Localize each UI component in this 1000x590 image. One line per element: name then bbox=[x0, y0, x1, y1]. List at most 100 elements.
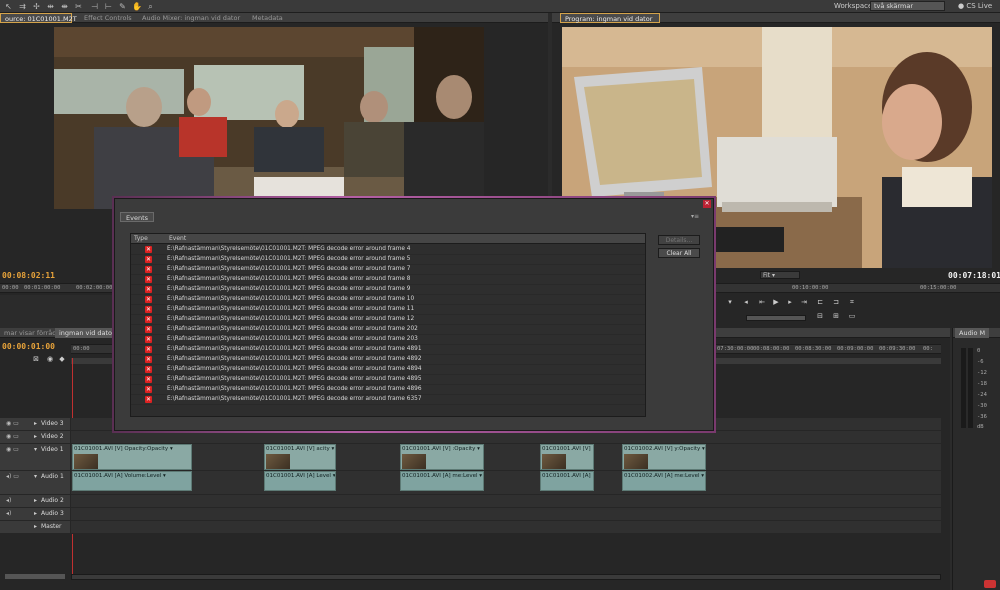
jog-shuttle[interactable] bbox=[746, 315, 806, 321]
lift-icon[interactable]: ⊏ bbox=[816, 299, 824, 306]
video-clip[interactable]: 01C01001.AVI [V] Opacity:Opacity ▾ bbox=[72, 444, 192, 470]
audio-clip[interactable]: 01C01001.AVI [A] Volume:Level ▾ bbox=[72, 471, 192, 491]
slip-tool-icon[interactable]: ⊣ bbox=[90, 2, 99, 11]
event-row[interactable]: ✕ E:\Rafnastämman\Styrelsemöte\01C01001.M… bbox=[131, 325, 645, 335]
tab-events[interactable]: Events bbox=[120, 212, 155, 222]
hand-tool-icon[interactable]: ✋ bbox=[132, 2, 142, 11]
expand-icon[interactable]: ▸ bbox=[34, 523, 37, 530]
close-icon[interactable]: ✕ bbox=[703, 200, 711, 208]
loop-icon[interactable]: ⇥ bbox=[800, 299, 808, 306]
event-row[interactable]: ✕ E:\Rafnastämman\Styrelsemöte\01C01001.M… bbox=[131, 335, 645, 345]
event-row[interactable]: ✕ E:\Rafnastämman\Styrelsemöte\01C01001.M… bbox=[131, 295, 645, 305]
slide-tool-icon[interactable]: ⊢ bbox=[104, 2, 113, 11]
safe-margins-icon[interactable]: ⊞ bbox=[832, 313, 840, 320]
speaker-icon[interactable]: ◂) ▭ bbox=[6, 473, 19, 480]
track-lane-master[interactable] bbox=[71, 521, 941, 534]
event-row[interactable]: ✕ E:\Rafnastämman\Styrelsemöte\01C01001.M… bbox=[131, 245, 645, 255]
track-name: Video 1 bbox=[41, 446, 64, 453]
track-header-audio-1: ◂) ▭ ▾ Audio 1 bbox=[0, 471, 70, 495]
extract-icon[interactable]: ⊐ bbox=[832, 299, 840, 306]
audio-clip[interactable]: 01C01002.AVI [A] me:Level ▾ bbox=[622, 471, 706, 491]
error-indicator-icon[interactable] bbox=[984, 580, 996, 588]
track-lane-video-1[interactable]: 01C01001.AVI [V] Opacity:Opacity ▾ 01C01… bbox=[71, 444, 941, 471]
track-lane-audio-2[interactable] bbox=[71, 495, 941, 508]
marker-icon[interactable]: ◉ bbox=[46, 356, 54, 363]
export-frame-icon[interactable]: ⌗ bbox=[848, 299, 856, 306]
zoom-tool-icon[interactable]: ⌕ bbox=[146, 2, 155, 11]
expand-icon[interactable]: ▸ bbox=[34, 510, 37, 517]
collapse-icon[interactable]: ▾ bbox=[34, 473, 37, 480]
go-to-in-icon[interactable]: ⇤ bbox=[758, 299, 766, 306]
event-row[interactable]: ✕ E:\Rafnastämman\Styrelsemöte\01C01001.M… bbox=[131, 395, 645, 405]
expand-icon[interactable]: ▸ bbox=[34, 420, 37, 427]
timeline-timecode[interactable]: 00:00:01:00 bbox=[2, 342, 55, 351]
select-tool-icon[interactable]: ↖ bbox=[4, 2, 13, 11]
event-row[interactable]: ✕ E:\Rafnastämman\Styrelsemöte\01C01001.M… bbox=[131, 365, 645, 375]
rolling-edit-tool-icon[interactable]: ⇹ bbox=[46, 2, 55, 11]
mark-in-icon[interactable]: ▾ bbox=[726, 299, 734, 306]
tab-audio-meters[interactable]: Audio M bbox=[955, 328, 990, 338]
ripple-edit-tool-icon[interactable]: ✢ bbox=[32, 2, 41, 11]
track-name: Audio 3 bbox=[41, 510, 64, 517]
panel-menu-icon[interactable]: ▾≡ bbox=[691, 213, 699, 220]
pen-tool-icon[interactable]: ✎ bbox=[118, 2, 127, 11]
source-ruler-tick: 00:00 bbox=[2, 285, 19, 291]
event-row[interactable]: ✕ E:\Rafnastämman\Styrelsemöte\01C01001.M… bbox=[131, 345, 645, 355]
video-clip[interactable]: 01C01001.AVI [V] :Opacity ▾ bbox=[400, 444, 484, 470]
audio-clip[interactable]: 01C01001.AVI [A] me:Level ▾ bbox=[400, 471, 484, 491]
tab-metadata[interactable]: Metadata bbox=[248, 13, 287, 23]
rate-stretch-tool-icon[interactable]: ⇼ bbox=[60, 2, 69, 11]
tab-program[interactable]: Program: ingman vid dator bbox=[560, 13, 660, 23]
error-icon: ✕ bbox=[145, 376, 152, 383]
event-row[interactable]: ✕ E:\Rafnastämman\Styrelsemöte\01C01001.M… bbox=[131, 265, 645, 275]
step-back-icon[interactable]: ◂ bbox=[742, 299, 750, 306]
tab-sequence-2[interactable]: ingman vid dator bbox=[55, 328, 119, 338]
tab-source[interactable]: ource: 01C01001.M2T bbox=[0, 13, 77, 23]
event-row[interactable]: ✕ E:\Rafnastämman\Styrelsemöte\01C01001.M… bbox=[131, 315, 645, 325]
event-row[interactable]: ✕ E:\Rafnastämman\Styrelsemöte\01C01001.M… bbox=[131, 305, 645, 315]
eye-icon[interactable]: ◉ ▭ bbox=[6, 420, 19, 427]
keyframe-icon[interactable]: ◆ bbox=[58, 356, 66, 363]
collapse-icon[interactable]: ▾ bbox=[34, 446, 37, 453]
razor-tool-icon[interactable]: ✂ bbox=[74, 2, 83, 11]
event-row[interactable]: ✕ E:\Rafnastämman\Styrelsemöte\01C01001.M… bbox=[131, 355, 645, 365]
cs-live-button[interactable]: ● CS Live bbox=[958, 2, 992, 10]
program-timecode[interactable]: 00:07:18:01 bbox=[948, 271, 1000, 280]
clear-all-button[interactable]: Clear All bbox=[658, 248, 700, 258]
output-icon[interactable]: ▭ bbox=[848, 313, 856, 320]
track-lane-audio-3[interactable] bbox=[71, 508, 941, 521]
video-clip[interactable]: 01C01001.AVI [V] bbox=[540, 444, 594, 470]
step-forward-icon[interactable]: ▸ bbox=[786, 299, 794, 306]
play-icon[interactable]: ▶ bbox=[772, 299, 780, 306]
video-clip[interactable]: 01C01002.AVI [V] y:Opacity ▾ bbox=[622, 444, 706, 470]
event-row[interactable]: ✕ E:\Rafnastämman\Styrelsemöte\01C01001.M… bbox=[131, 275, 645, 285]
video-clip[interactable]: 01C01001.AVI [V] acity ▾ bbox=[264, 444, 336, 470]
error-icon: ✕ bbox=[145, 286, 152, 293]
timeline-scrollbar[interactable] bbox=[71, 574, 941, 580]
source-video-frame[interactable] bbox=[54, 27, 484, 209]
audio-clip[interactable]: 01C01001.AVI [A] bbox=[540, 471, 594, 491]
workspace-dropdown[interactable]: två skärmar bbox=[870, 1, 945, 11]
expand-icon[interactable]: ▸ bbox=[34, 433, 37, 440]
eye-icon[interactable]: ◉ ▭ bbox=[6, 446, 19, 453]
track-lane-audio-1[interactable]: 01C01001.AVI [A] Volume:Level ▾ 01C01001… bbox=[71, 471, 941, 495]
tab-audio-mixer[interactable]: Audio Mixer: ingman vid dator bbox=[138, 13, 244, 23]
eye-icon[interactable]: ◉ ▭ bbox=[6, 433, 19, 440]
event-row[interactable]: ✕ E:\Rafnastämman\Styrelsemöte\01C01001.M… bbox=[131, 385, 645, 395]
details-button[interactable]: Details... bbox=[658, 235, 700, 245]
event-row[interactable]: ✕ E:\Rafnastämman\Styrelsemöte\01C01001.M… bbox=[131, 375, 645, 385]
expand-icon[interactable]: ▸ bbox=[34, 497, 37, 504]
speaker-icon[interactable]: ◂) bbox=[6, 510, 11, 517]
track-select-tool-icon[interactable]: ⇉ bbox=[18, 2, 27, 11]
event-row[interactable]: ✕ E:\Rafnastämman\Styrelsemöte\01C01001.M… bbox=[131, 285, 645, 295]
audio-clip[interactable]: 01C01001.AVI [A] Level ▾ bbox=[264, 471, 336, 491]
speaker-icon[interactable]: ◂) bbox=[6, 497, 11, 504]
tab-sequence-1[interactable]: mar visar förråd bbox=[0, 328, 60, 338]
source-timecode[interactable]: 00:08:02:11 bbox=[2, 271, 55, 280]
event-row[interactable]: ✕ E:\Rafnastämman\Styrelsemöte\01C01001.M… bbox=[131, 255, 645, 265]
snap-icon[interactable]: ⊠ bbox=[32, 356, 40, 363]
zoom-slider[interactable] bbox=[5, 574, 65, 579]
tab-effect-controls[interactable]: Effect Controls bbox=[80, 13, 136, 23]
trim-icon[interactable]: ⊟ bbox=[816, 313, 824, 320]
fit-dropdown[interactable]: Fit ▾ bbox=[760, 271, 800, 279]
